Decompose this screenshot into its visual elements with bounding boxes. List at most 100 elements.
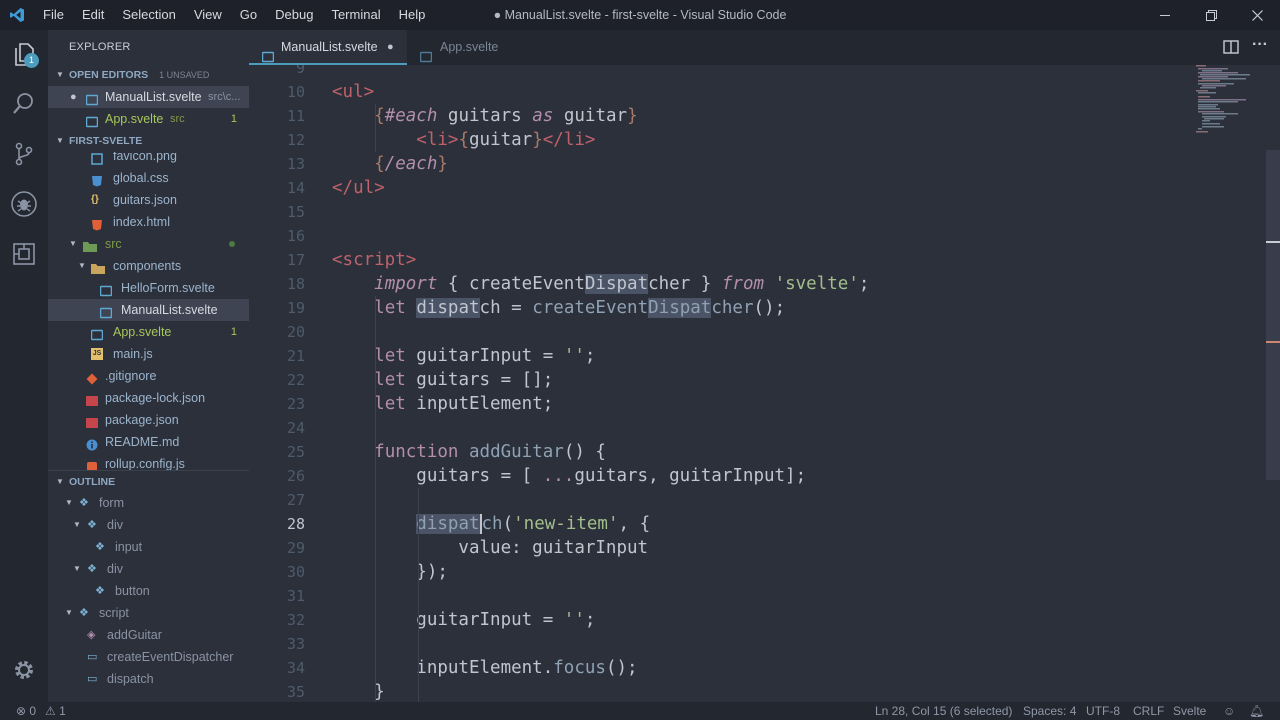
close-window-button[interactable]	[1234, 0, 1280, 30]
tab-app-svelte[interactable]: App.svelte	[407, 30, 527, 65]
code-editor[interactable]: 9 10 <ul> 11 {#each guitars as guitar} 12 <l…	[249, 65, 1280, 702]
project-header[interactable]: ▼ FIRST-SVELTE	[48, 130, 249, 152]
error-count: 0	[29, 704, 37, 718]
code-text[interactable]: value: guitarInput	[332, 536, 648, 560]
warnings-indicator[interactable]: ⚠ 1	[45, 702, 66, 720]
file-main-js[interactable]: JS main.js	[48, 343, 249, 365]
tab-manuallist[interactable]: ManualList.svelte ●	[249, 30, 407, 65]
minimize-button[interactable]	[1142, 0, 1188, 30]
outline-item[interactable]: ❖ button	[48, 580, 249, 602]
outline-item[interactable]: ▭ dispatch	[48, 668, 249, 690]
code-text[interactable]: dispat ch('new-item', {	[332, 512, 650, 536]
file-guitars-json[interactable]: {} guitars.json	[48, 189, 249, 211]
vertical-scrollbar[interactable]	[1266, 150, 1280, 480]
tab-dirty-indicator[interactable]: ●	[387, 30, 394, 65]
chevron-down-icon: ▼	[65, 608, 73, 617]
file-helloform[interactable]: HelloForm.svelte	[48, 277, 249, 299]
menu-selection[interactable]: Selection	[113, 0, 184, 30]
cursor-position[interactable]: Ln 28, Col 15 (6 selected)	[875, 702, 1012, 720]
code-text[interactable]: {/each}	[332, 152, 448, 176]
code-text[interactable]: inputElement.focus();	[332, 656, 637, 680]
menu-view[interactable]: View	[185, 0, 231, 30]
code-text[interactable]: import { createEventDispatcher } from 's…	[332, 272, 869, 296]
code-text[interactable]: <li>{guitar}</li>	[332, 128, 595, 152]
tab-label: App.svelte	[440, 40, 499, 54]
file-app-svelte[interactable]: App.svelte 1	[48, 321, 249, 343]
file-readme[interactable]: README.md	[48, 431, 249, 453]
code-text[interactable]: <script>	[332, 248, 416, 272]
open-editor-item[interactable]: ● ManualList.svelte src\c...	[48, 86, 249, 108]
line-ending[interactable]: CRLF	[1133, 702, 1164, 720]
language-mode[interactable]: Svelte	[1173, 702, 1206, 720]
split-editor-icon[interactable]	[1223, 39, 1239, 58]
file-global-css[interactable]: global.css	[48, 167, 249, 189]
code-text[interactable]: });	[332, 560, 448, 584]
more-actions-icon[interactable]: ···	[1252, 36, 1268, 54]
file-manuallist[interactable]: ManualList.svelte	[48, 299, 249, 321]
file-package-lock[interactable]: package-lock.json	[48, 387, 249, 409]
smiley-icon[interactable]: ☺	[1223, 702, 1235, 720]
unsaved-count: 1 UNSAVED	[159, 70, 210, 80]
editor-tabs: ManualList.svelte ● App.svelte ···	[249, 30, 1280, 65]
outline-item[interactable]: ▭ createEventDispatcher	[48, 646, 249, 668]
outline-item[interactable]: ▼ ❖ div	[48, 514, 249, 536]
code-text[interactable]: let dispatch = createEventDispatcher();	[332, 296, 785, 320]
explorer-activity[interactable]: 1	[0, 30, 48, 80]
menu-help[interactable]: Help	[390, 0, 435, 30]
file-favicon[interactable]: favicon.png	[48, 152, 249, 167]
file-gitignore[interactable]: .gitignore	[48, 365, 249, 387]
file-index-html[interactable]: index.html	[48, 211, 249, 233]
file-rollup-config[interactable]: rollup.config.js	[48, 453, 249, 470]
line-number: 11	[286, 107, 305, 125]
file-package-json[interactable]: package.json	[48, 409, 249, 431]
menu-go[interactable]: Go	[231, 0, 266, 30]
code-text[interactable]: let guitars = [];	[332, 368, 553, 392]
restore-button[interactable]	[1188, 0, 1234, 30]
encoding[interactable]: UTF-8	[1086, 702, 1120, 720]
chevron-down-icon: ▼	[69, 239, 77, 248]
code-text[interactable]: </ul>	[332, 176, 385, 200]
debug-activity[interactable]	[0, 180, 48, 230]
outline-item[interactable]: ▼ ❖ div	[48, 558, 249, 580]
menu-file[interactable]: File	[34, 0, 73, 30]
code-text[interactable]: guitarInput = '';	[332, 608, 595, 632]
errors-indicator[interactable]: ⊗ 0	[16, 702, 36, 720]
code-text[interactable]: function addGuitar() {	[332, 440, 606, 464]
bell-icon[interactable]: 🔔︎	[1249, 702, 1264, 720]
chevron-down-icon: ▼	[73, 564, 81, 573]
line-number: 25	[286, 443, 305, 461]
line-number: 10	[286, 83, 305, 101]
svelte-file-icon	[90, 326, 104, 341]
indentation[interactable]: Spaces: 4	[1023, 702, 1076, 720]
file-label: package-lock.json	[105, 391, 206, 405]
code-text[interactable]: <ul>	[332, 80, 374, 104]
search-activity[interactable]	[0, 80, 48, 130]
folder-src[interactable]: ▼ src	[48, 233, 249, 255]
file-label: favicon.png	[113, 152, 177, 163]
outline-label: button	[115, 584, 150, 598]
folder-components[interactable]: ▼ components	[48, 255, 249, 277]
code-text[interactable]: let guitarInput = '';	[332, 344, 595, 368]
source-control-activity[interactable]	[0, 130, 48, 180]
outline-item[interactable]: ▼ ❖ script	[48, 602, 249, 624]
outline-header[interactable]: ▼ OUTLINE	[48, 470, 249, 492]
outline-item[interactable]: ❖ input	[48, 536, 249, 558]
open-editors-header[interactable]: ▼ OPEN EDITORS 1 UNSAVED	[48, 64, 249, 86]
extensions-activity[interactable]	[0, 230, 48, 280]
minimap[interactable]	[1196, 65, 1266, 145]
manage-activity[interactable]	[0, 646, 48, 696]
menu-debug[interactable]: Debug	[266, 0, 322, 30]
outline-item[interactable]: ◈ addGuitar	[48, 624, 249, 646]
chevron-down-icon: ▼	[65, 498, 73, 507]
code-text[interactable]: let inputElement;	[332, 392, 553, 416]
element-symbol-icon: ❖	[87, 563, 97, 575]
outline-item[interactable]: ▼ ❖ form	[48, 492, 249, 514]
unsaved-dot-icon[interactable]: ●	[70, 86, 77, 108]
code-text[interactable]: }	[332, 680, 385, 702]
menu-terminal[interactable]: Terminal	[322, 0, 389, 30]
sidebar-title: EXPLORER	[69, 41, 131, 53]
code-text[interactable]: guitars = [ ...guitars, guitarInput];	[332, 464, 806, 488]
code-text[interactable]: {#each guitars as guitar}	[332, 104, 637, 128]
open-editor-item[interactable]: App.svelte src 1	[48, 108, 249, 130]
menu-edit[interactable]: Edit	[73, 0, 113, 30]
